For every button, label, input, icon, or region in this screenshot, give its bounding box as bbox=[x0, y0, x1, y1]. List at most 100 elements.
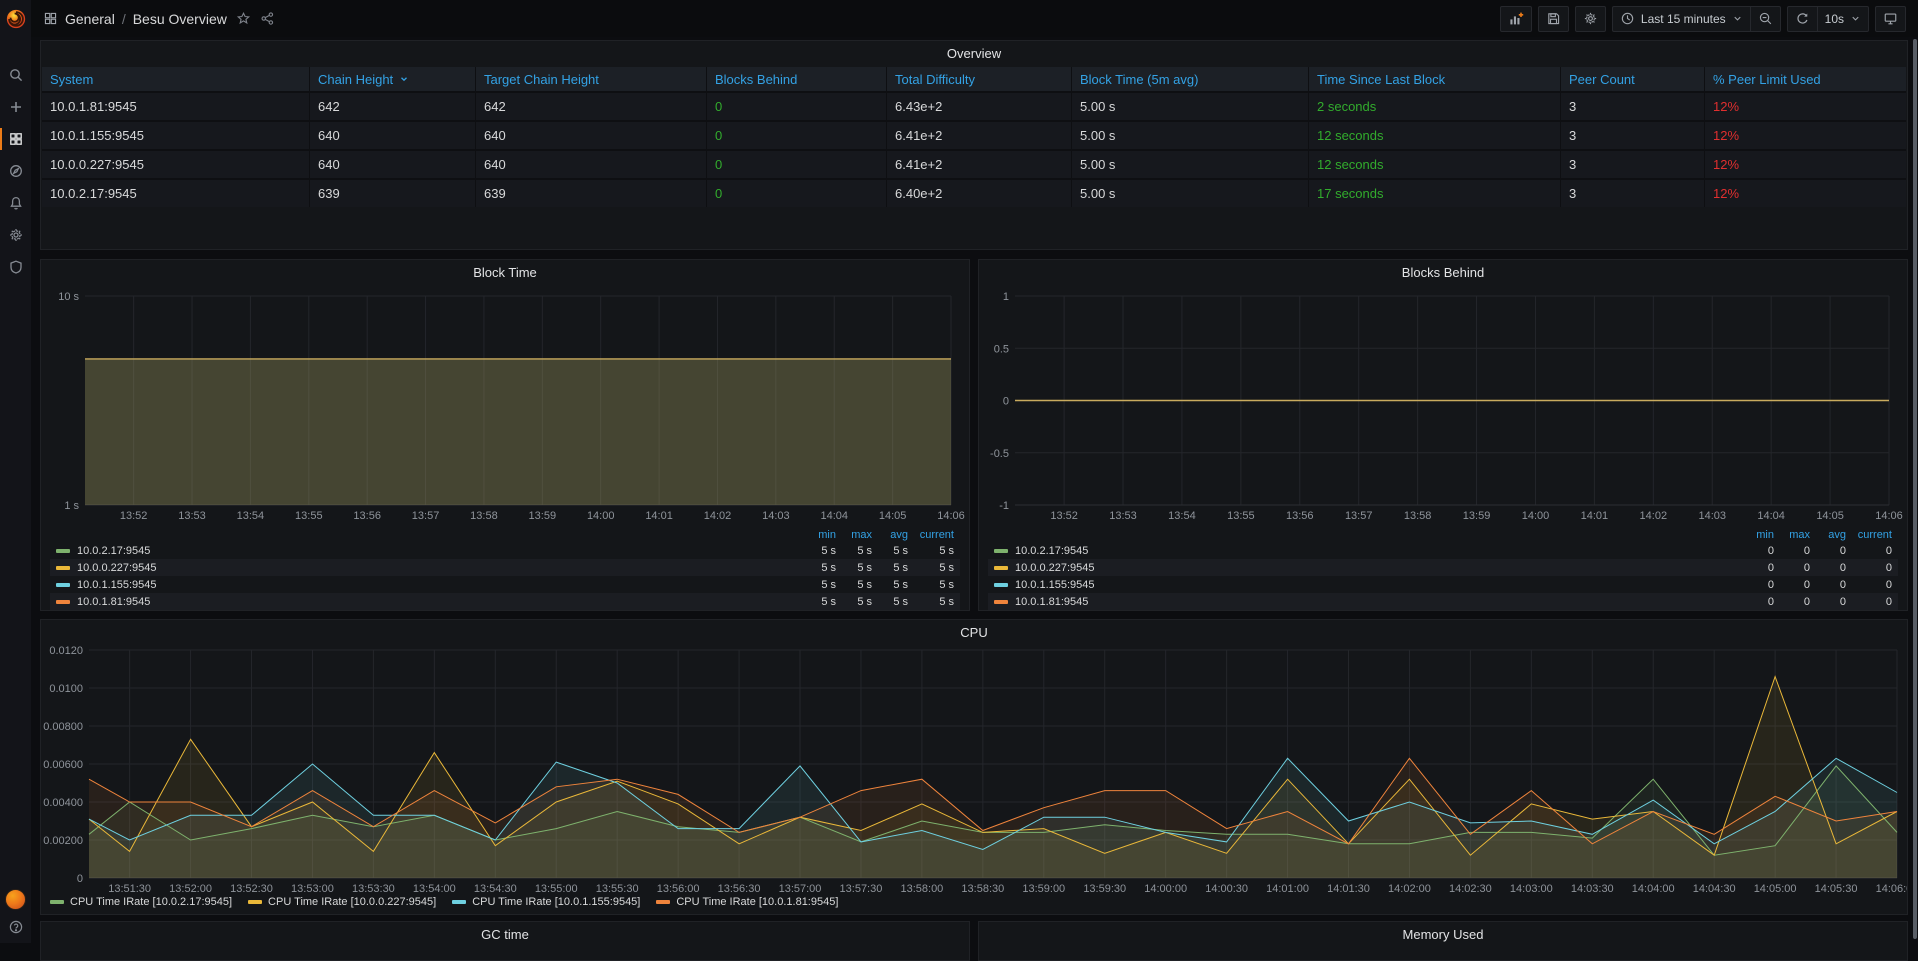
legend-stat-header-max[interactable]: max bbox=[1774, 529, 1810, 541]
blocks-behind-chart[interactable]: 10.50-0.5-113:5213:5313:5413:5513:5613:5… bbox=[979, 284, 1909, 528]
cpu-legend-entry[interactable]: CPU Time IRate [10.0.0.227:9545] bbox=[248, 896, 436, 908]
block-time-chart[interactable]: 10 s1 s13:5213:5313:5413:5513:5613:5713:… bbox=[41, 284, 971, 528]
column-header-target-chain-height[interactable]: Target Chain Height bbox=[475, 67, 706, 91]
cpu-chart[interactable]: 0.01200.01000.008000.006000.004000.00200… bbox=[41, 642, 1907, 898]
star-button[interactable] bbox=[236, 11, 251, 26]
table-cell: 642 bbox=[309, 91, 475, 120]
user-avatar[interactable] bbox=[5, 889, 26, 910]
search-icon bbox=[8, 67, 24, 83]
svg-text:0.00800: 0.00800 bbox=[43, 721, 83, 733]
svg-text:13:56: 13:56 bbox=[353, 510, 381, 522]
legend-stat-header-current[interactable]: current bbox=[908, 529, 954, 541]
legend-series-name[interactable]: 10.0.0.227:9545 bbox=[56, 562, 800, 574]
sidebar-item-explore[interactable] bbox=[0, 155, 31, 187]
dashboard-settings-button[interactable] bbox=[1575, 6, 1606, 32]
zoom-out-button[interactable] bbox=[1750, 6, 1781, 32]
svg-text:13:58: 13:58 bbox=[470, 510, 498, 522]
page-scrollbar[interactable] bbox=[1911, 37, 1918, 943]
sidebar-item-dashboards[interactable] bbox=[0, 123, 31, 155]
panel-title-overview[interactable]: Overview bbox=[41, 41, 1907, 65]
time-range-picker[interactable]: Last 15 minutes bbox=[1612, 6, 1750, 32]
svg-text:13:54: 13:54 bbox=[1168, 510, 1196, 522]
legend-stat-header-current[interactable]: current bbox=[1846, 529, 1892, 541]
legend-series-label: 10.0.0.227:9545 bbox=[1015, 562, 1095, 574]
cpu-legend-entry[interactable]: CPU Time IRate [10.0.1.81:9545] bbox=[656, 896, 838, 908]
share-button[interactable] bbox=[260, 11, 275, 26]
legend-series-name[interactable]: 10.0.1.81:9545 bbox=[994, 596, 1738, 608]
legend-stat-header-max[interactable]: max bbox=[836, 529, 872, 541]
legend-stat-header-avg[interactable]: avg bbox=[872, 529, 908, 541]
svg-text:0: 0 bbox=[77, 873, 83, 885]
column-header-block-time-5m-avg-[interactable]: Block Time (5m avg) bbox=[1071, 67, 1308, 91]
column-header--peer-limit-used[interactable]: % Peer Limit Used bbox=[1704, 67, 1906, 91]
legend-series-name[interactable]: 10.0.0.227:9545 bbox=[994, 562, 1738, 574]
share-icon bbox=[260, 11, 275, 26]
grafana-logo[interactable] bbox=[0, 0, 31, 37]
sidebar-item-search[interactable] bbox=[0, 59, 31, 91]
table-cell: 5.00 s bbox=[1071, 178, 1308, 207]
svg-text:0.00400: 0.00400 bbox=[43, 797, 83, 809]
table-cell: 12% bbox=[1704, 120, 1906, 149]
refresh-button[interactable] bbox=[1787, 6, 1817, 32]
legend-series-name[interactable]: 10.0.1.155:9545 bbox=[56, 579, 800, 591]
table-cell: 0 bbox=[706, 178, 886, 207]
sidebar-item-alerting[interactable] bbox=[0, 187, 31, 219]
table-cell: 6.41e+2 bbox=[886, 149, 1071, 178]
chevron-down-icon bbox=[1732, 13, 1743, 24]
column-header-system[interactable]: System bbox=[42, 67, 309, 91]
panel-title-blocks-behind[interactable]: Blocks Behind bbox=[979, 260, 1907, 284]
sidebar-item-configuration[interactable] bbox=[0, 219, 31, 251]
svg-text:14:01:30: 14:01:30 bbox=[1327, 883, 1370, 895]
help-menu[interactable] bbox=[8, 919, 24, 935]
column-header-total-difficulty[interactable]: Total Difficulty bbox=[886, 67, 1071, 91]
svg-text:1: 1 bbox=[1003, 291, 1009, 303]
chevron-down-icon bbox=[1850, 13, 1861, 24]
gear-icon bbox=[8, 227, 24, 243]
legend-series-name[interactable]: 10.0.1.155:9545 bbox=[994, 579, 1738, 591]
refresh-interval-picker[interactable]: 10s bbox=[1817, 6, 1869, 32]
legend-stat-value: 5 s bbox=[908, 545, 954, 557]
cpu-legend-entry[interactable]: CPU Time IRate [10.0.1.155:9545] bbox=[452, 896, 640, 908]
refresh-icon bbox=[1795, 11, 1810, 26]
panel-title-memory-used[interactable]: Memory Used bbox=[979, 922, 1907, 946]
panel-title-block-time[interactable]: Block Time bbox=[41, 260, 969, 284]
table-cell: 12 seconds bbox=[1308, 149, 1560, 178]
table-row: 10.0.0.227:954564064006.41e+25.00 s12 se… bbox=[42, 149, 1906, 178]
cycle-view-mode-button[interactable] bbox=[1875, 6, 1906, 32]
save-dashboard-button[interactable] bbox=[1538, 6, 1569, 32]
legend-stat-header-min[interactable]: min bbox=[800, 529, 836, 541]
legend-row: 10.0.1.81:95450000 bbox=[988, 593, 1898, 610]
table-cell: 5.00 s bbox=[1071, 91, 1308, 120]
legend-row: 10.0.1.155:95455 s5 s5 s5 s bbox=[50, 576, 960, 593]
column-header-time-since-last-block[interactable]: Time Since Last Block bbox=[1308, 67, 1560, 91]
add-panel-button[interactable] bbox=[1500, 6, 1532, 32]
legend-series-name[interactable]: 10.0.2.17:9545 bbox=[56, 545, 800, 557]
legend-stat-value: 0 bbox=[1738, 562, 1774, 574]
legend-stat-value: 0 bbox=[1846, 545, 1892, 557]
sidebar-item-server-admin[interactable] bbox=[0, 251, 31, 283]
cpu-legend: CPU Time IRate [10.0.2.17:9545] CPU Time … bbox=[50, 896, 838, 908]
column-header-chain-height[interactable]: Chain Height bbox=[309, 67, 475, 91]
panel-title-cpu[interactable]: CPU bbox=[41, 620, 1907, 644]
legend-stat-header-min[interactable]: min bbox=[1738, 529, 1774, 541]
legend-stat-header-avg[interactable]: avg bbox=[1810, 529, 1846, 541]
table-cell: 17 seconds bbox=[1308, 178, 1560, 207]
column-header-peer-count[interactable]: Peer Count bbox=[1560, 67, 1704, 91]
panel-title-gc-time[interactable]: GC time bbox=[41, 922, 969, 946]
column-header-blocks-behind[interactable]: Blocks Behind bbox=[706, 67, 886, 91]
breadcrumb-title[interactable]: Besu Overview bbox=[133, 11, 227, 27]
legend-stat-value: 5 s bbox=[836, 562, 872, 574]
table-cell: 12% bbox=[1704, 91, 1906, 120]
legend-series-name[interactable]: 10.0.1.81:9545 bbox=[56, 596, 800, 608]
breadcrumb-section[interactable]: General bbox=[65, 11, 115, 27]
cpu-legend-entry[interactable]: CPU Time IRate [10.0.2.17:9545] bbox=[50, 896, 232, 908]
table-cell: 10.0.0.227:9545 bbox=[42, 149, 309, 178]
legend-color-swatch-icon bbox=[994, 566, 1008, 570]
legend-stat-headers: minmaxavgcurrent bbox=[988, 528, 1898, 542]
scrollbar-thumb[interactable] bbox=[1913, 39, 1917, 939]
cpu-legend-label: CPU Time IRate [10.0.0.227:9545] bbox=[268, 896, 436, 908]
svg-text:13:53: 13:53 bbox=[1109, 510, 1137, 522]
legend-series-name[interactable]: 10.0.2.17:9545 bbox=[994, 545, 1738, 557]
sidebar-item-create[interactable] bbox=[0, 91, 31, 123]
legend-series-label: 10.0.0.227:9545 bbox=[77, 562, 157, 574]
